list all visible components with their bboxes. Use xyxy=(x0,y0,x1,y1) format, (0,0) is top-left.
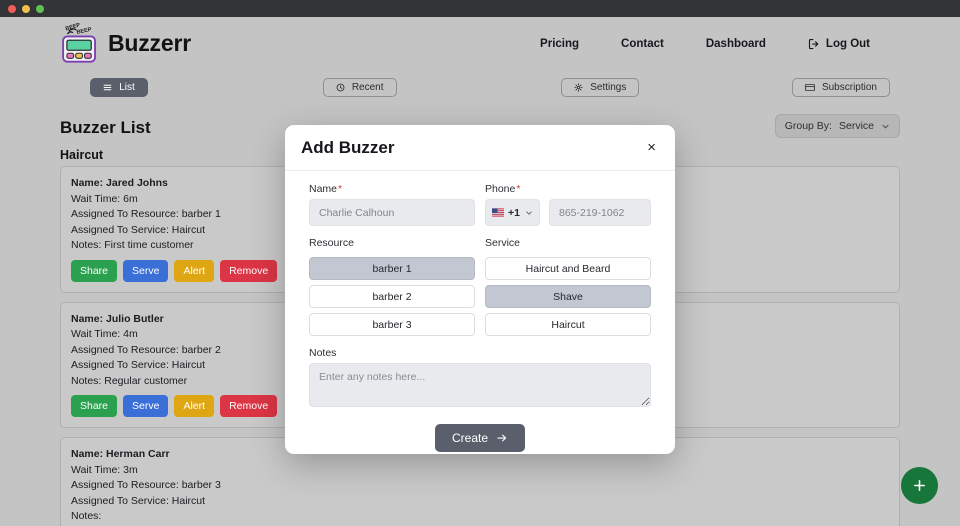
chevron-down-icon xyxy=(525,209,533,217)
required-marker: * xyxy=(338,183,342,195)
credit-card-icon xyxy=(805,83,815,92)
share-button[interactable]: Share xyxy=(71,260,117,282)
tab-settings-label: Settings xyxy=(590,82,626,93)
service-options: Haircut and Beard Shave Haircut xyxy=(485,257,651,336)
service-option-shave[interactable]: Shave xyxy=(485,285,651,308)
resource-label: Resource xyxy=(309,237,475,249)
nav-link-contact[interactable]: Contact xyxy=(621,38,664,50)
alert-button[interactable]: Alert xyxy=(174,395,214,417)
service-option-haircut[interactable]: Haircut xyxy=(485,313,651,336)
window-minimize-button[interactable] xyxy=(22,5,30,13)
tab-recent-label: Recent xyxy=(352,82,384,93)
page-title: Buzzer List xyxy=(60,118,151,138)
modal-footer: Create xyxy=(309,424,651,452)
main-nav: Pricing Contact Dashboard Log Out xyxy=(540,38,870,50)
remove-button[interactable]: Remove xyxy=(220,395,277,417)
window-maximize-button[interactable] xyxy=(36,5,44,13)
logout-icon xyxy=(808,38,820,50)
phone-label: Phone* xyxy=(485,183,651,195)
buzzer-service: Assigned To Service: Haircut xyxy=(71,494,889,510)
required-marker: * xyxy=(516,183,520,195)
app-window: BEEP BEEP Buzzerr Pricing Contact Dashbo… xyxy=(0,0,960,526)
create-button-label: Create xyxy=(452,431,488,445)
name-phone-row: Name* Phone* xyxy=(309,183,651,226)
tab-strip: List Recent xyxy=(0,70,960,104)
tab-recent[interactable]: Recent xyxy=(323,78,397,97)
name-field-group: Name* xyxy=(309,183,475,226)
name-input[interactable] xyxy=(309,199,475,226)
plus-icon xyxy=(912,478,927,493)
buzzer-wait-time: Wait Time: 3m xyxy=(71,463,889,479)
tab-list[interactable]: List xyxy=(90,78,148,97)
service-label: Service xyxy=(485,237,651,249)
country-code-value: +1 xyxy=(508,207,520,219)
modal-title: Add Buzzer xyxy=(301,138,395,158)
serve-button[interactable]: Serve xyxy=(123,260,168,282)
phone-input-wrapper: +1 xyxy=(485,199,651,226)
logout-button[interactable]: Log Out xyxy=(808,38,870,50)
share-button[interactable]: Share xyxy=(71,395,117,417)
resource-option-barber-2[interactable]: barber 2 xyxy=(309,285,475,308)
window-close-button[interactable] xyxy=(8,5,16,13)
page-surface: BEEP BEEP Buzzerr Pricing Contact Dashbo… xyxy=(0,17,960,526)
resource-options: barber 1 barber 2 barber 3 xyxy=(309,257,475,336)
tab-subscription[interactable]: Subscription xyxy=(792,78,890,97)
modal-body: Name* Phone* xyxy=(285,171,675,452)
logout-label: Log Out xyxy=(826,38,870,50)
us-flag-icon xyxy=(492,208,504,217)
list-icon xyxy=(103,83,112,92)
resource-service-row: Resource barber 1 barber 2 barber 3 Serv… xyxy=(309,237,651,336)
group-by-label: Group By: xyxy=(785,120,832,132)
group-by-value: Service xyxy=(839,120,874,132)
group-by-dropdown[interactable]: Group By: Service xyxy=(775,114,900,138)
window-titlebar xyxy=(0,0,960,17)
brand-name: Buzzerr xyxy=(108,30,191,57)
gear-icon xyxy=(574,83,583,92)
tab-list-label: List xyxy=(119,82,135,93)
close-icon[interactable]: × xyxy=(644,138,659,157)
phone-field-group: Phone* xyxy=(485,183,651,226)
tab-settings[interactable]: Settings xyxy=(561,78,639,97)
alert-button[interactable]: Alert xyxy=(174,260,214,282)
notes-input[interactable] xyxy=(309,363,651,407)
arrow-right-icon xyxy=(496,432,508,444)
remove-button[interactable]: Remove xyxy=(220,260,277,282)
modal-header: Add Buzzer × xyxy=(285,125,675,171)
create-button[interactable]: Create xyxy=(435,424,525,452)
site-header: BEEP BEEP Buzzerr Pricing Contact Dashbo… xyxy=(0,17,960,70)
chevron-down-icon xyxy=(881,122,890,131)
phone-input[interactable] xyxy=(549,199,651,226)
brand[interactable]: BEEP BEEP Buzzerr xyxy=(60,23,191,65)
resource-field-group: Resource barber 1 barber 2 barber 3 xyxy=(309,237,475,336)
nav-link-dashboard[interactable]: Dashboard xyxy=(706,38,766,50)
resource-option-barber-3[interactable]: barber 3 xyxy=(309,313,475,336)
clock-icon xyxy=(336,83,345,92)
buzzer-notes: Notes: xyxy=(71,509,889,525)
country-code-select[interactable]: +1 xyxy=(485,199,540,226)
tab-subscription-label: Subscription xyxy=(822,82,877,93)
serve-button[interactable]: Serve xyxy=(123,395,168,417)
notes-label: Notes xyxy=(309,347,651,359)
name-label: Name* xyxy=(309,183,475,195)
nav-link-pricing[interactable]: Pricing xyxy=(540,38,579,50)
add-buzzer-fab[interactable] xyxy=(901,467,938,504)
notes-field-group: Notes xyxy=(309,347,651,412)
add-buzzer-modal: Add Buzzer × Name* Phone* xyxy=(285,125,675,454)
pager-beep-icon: BEEP BEEP xyxy=(60,23,99,65)
buzzer-resource: Assigned To Resource: barber 3 xyxy=(71,478,889,494)
service-option-haircut-and-beard[interactable]: Haircut and Beard xyxy=(485,257,651,280)
service-field-group: Service Haircut and Beard Shave Haircut xyxy=(485,237,651,336)
resource-option-barber-1[interactable]: barber 1 xyxy=(309,257,475,280)
